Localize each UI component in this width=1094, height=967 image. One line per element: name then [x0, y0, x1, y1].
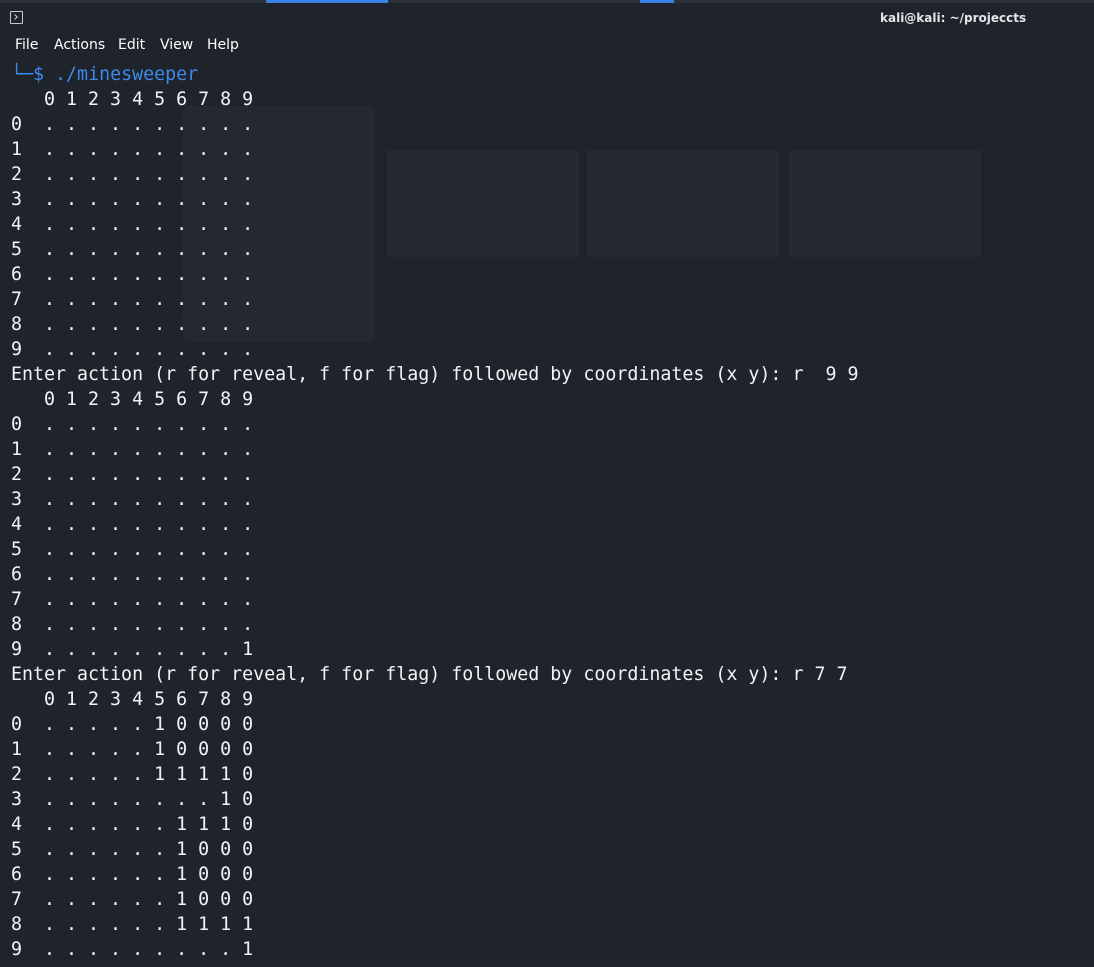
board-row: 5 . . . . . . . . . .	[11, 539, 254, 560]
board-row: 5 . . . . . . . . . .	[11, 239, 254, 260]
menu-file[interactable]: File	[15, 37, 38, 53]
board-row: 2 . . . . . . . . . .	[11, 464, 254, 485]
board-row: 2 . . . . . 1 1 1 1 0	[11, 764, 254, 785]
board-row: 0 . . . . . . . . . .	[11, 114, 254, 135]
menu-bar: File Actions Edit View Help	[0, 34, 1094, 58]
board-row: 2 . . . . . . . . . .	[11, 164, 254, 185]
input-prompt-line: Enter action (r for reveal, f for flag) …	[11, 364, 859, 385]
board-row: 4 . . . . . . 1 1 1 0	[11, 814, 254, 835]
board-row: 7 . . . . . . 1 0 0 0	[11, 889, 254, 910]
board-row: 6 . . . . . . . . . .	[11, 564, 254, 585]
board-row: 0 . . . . . 1 0 0 0 0	[11, 714, 254, 735]
menu-view[interactable]: View	[160, 37, 193, 53]
board-row: 1 . . . . . . . . . .	[11, 139, 254, 160]
board-row: 8 . . . . . . . . . .	[11, 314, 254, 335]
board-header: 0 1 2 3 4 5 6 7 8 9	[11, 689, 254, 710]
window-title: kali@kali: ~/projeccts	[880, 11, 1027, 25]
board-row: 0 . . . . . . . . . .	[11, 414, 254, 435]
title-bar: kali@kali: ~/projeccts	[0, 3, 1094, 33]
prompt-corner: └─	[11, 64, 34, 85]
board-row: 6 . . . . . . . . . .	[11, 264, 254, 285]
menu-edit[interactable]: Edit	[118, 37, 145, 53]
board-row: 8 . . . . . . 1 1 1 1	[11, 914, 254, 935]
prompt-line: └─$ ./minesweeper	[11, 62, 1091, 87]
board-row: 1 . . . . . . . . . .	[11, 439, 254, 460]
board-row: 7 . . . . . . . . . .	[11, 289, 254, 310]
board-row: 8 . . . . . . . . . .	[11, 614, 254, 635]
board-row: 4 . . . . . . . . . .	[11, 514, 254, 535]
menu-help[interactable]: Help	[207, 37, 239, 53]
board-row: 6 . . . . . . 1 0 0 0	[11, 864, 254, 885]
menu-actions[interactable]: Actions	[54, 37, 105, 53]
prompt-symbol: $	[33, 64, 45, 85]
board-row: 1 . . . . . 1 0 0 0 0	[11, 739, 254, 760]
board-row: 7 . . . . . . . . . .	[11, 589, 254, 610]
board-row: 5 . . . . . . 1 0 0 0	[11, 839, 254, 860]
board-row: 3 . . . . . . . . . .	[11, 489, 254, 510]
board-row: 3 . . . . . . . . 1 0	[11, 789, 254, 810]
terminal-output[interactable]: └─$ ./minesweeper 0 1 2 3 4 5 6 7 8 9 0 …	[11, 62, 1091, 962]
prompt-command: ./minesweeper	[55, 64, 199, 85]
board-header: 0 1 2 3 4 5 6 7 8 9	[11, 389, 254, 410]
board-row: 9 . . . . . . . . . .	[11, 339, 254, 360]
board-row: 4 . . . . . . . . . .	[11, 214, 254, 235]
board-row: 9 . . . . . . . . . 1	[11, 939, 254, 960]
input-prompt-line: Enter action (r for reveal, f for flag) …	[11, 664, 848, 685]
board-row: 3 . . . . . . . . . .	[11, 189, 254, 210]
board-row: 9 . . . . . . . . . 1	[11, 639, 254, 660]
board-header: 0 1 2 3 4 5 6 7 8 9	[11, 89, 254, 110]
terminal-icon	[10, 11, 23, 24]
